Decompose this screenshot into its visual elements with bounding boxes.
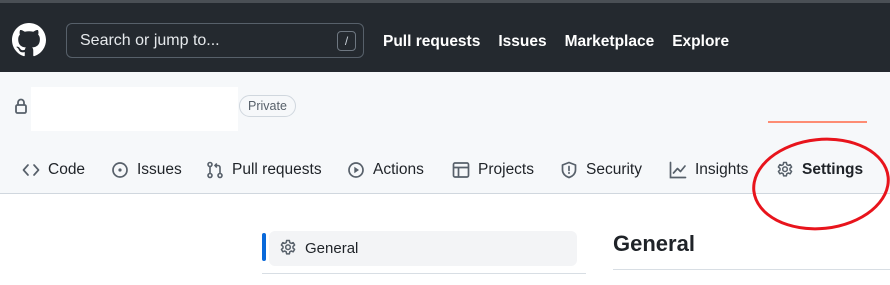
sidebar-item-general-label: General xyxy=(305,240,359,257)
tab-security[interactable]: Security xyxy=(560,156,642,184)
global-nav: Pull requests Issues Marketplace Explore xyxy=(383,33,729,51)
tab-pull-requests[interactable]: Pull requests xyxy=(206,156,322,184)
sidebar-divider xyxy=(262,273,586,274)
nav-pull-requests[interactable]: Pull requests xyxy=(383,33,480,51)
nav-explore[interactable]: Explore xyxy=(672,33,729,51)
gear-icon xyxy=(280,239,296,255)
code-icon xyxy=(22,164,40,176)
tab-projects[interactable]: Projects xyxy=(452,156,534,184)
search-placeholder: Search or jump to... xyxy=(80,32,220,49)
tab-security-label: Security xyxy=(586,161,642,178)
tab-settings[interactable]: Settings xyxy=(776,156,863,184)
graph-icon xyxy=(669,161,687,179)
play-icon xyxy=(348,162,364,178)
tab-insights[interactable]: Insights xyxy=(669,156,748,184)
selected-tab-underline xyxy=(768,121,867,123)
lock-icon xyxy=(15,98,27,114)
tab-issues[interactable]: Issues xyxy=(111,156,182,184)
git-pull-request-icon xyxy=(207,161,223,179)
visibility-badge: Private xyxy=(239,95,296,117)
search-input[interactable]: Search or jump to... / xyxy=(66,23,364,58)
repository-name-redacted[interactable] xyxy=(31,87,238,131)
global-header: Search or jump to... / Pull requests Iss… xyxy=(0,0,890,72)
table-icon xyxy=(452,162,470,178)
tab-pull-requests-label: Pull requests xyxy=(232,161,322,178)
tab-code-label: Code xyxy=(48,161,86,178)
tab-code[interactable]: Code xyxy=(22,156,85,184)
page-title: General xyxy=(613,231,695,256)
nav-marketplace[interactable]: Marketplace xyxy=(565,33,655,51)
title-divider xyxy=(613,269,890,270)
tab-projects-label: Projects xyxy=(478,161,534,178)
tab-insights-label: Insights xyxy=(695,161,749,178)
search-shortcut-key: / xyxy=(337,31,356,51)
gear-icon xyxy=(777,161,793,177)
repository-header: Private Code Issues Pull requests Action… xyxy=(0,72,890,194)
nav-issues[interactable]: Issues xyxy=(498,33,546,51)
tab-issues-label: Issues xyxy=(137,161,182,178)
sidebar-selected-indicator xyxy=(262,233,266,261)
tab-actions-label: Actions xyxy=(373,161,424,178)
shield-icon xyxy=(561,161,577,179)
github-logo-icon[interactable] xyxy=(12,23,46,57)
tab-settings-label: Settings xyxy=(802,161,864,178)
issue-opened-icon xyxy=(112,162,128,178)
tab-actions[interactable]: Actions xyxy=(347,156,424,184)
